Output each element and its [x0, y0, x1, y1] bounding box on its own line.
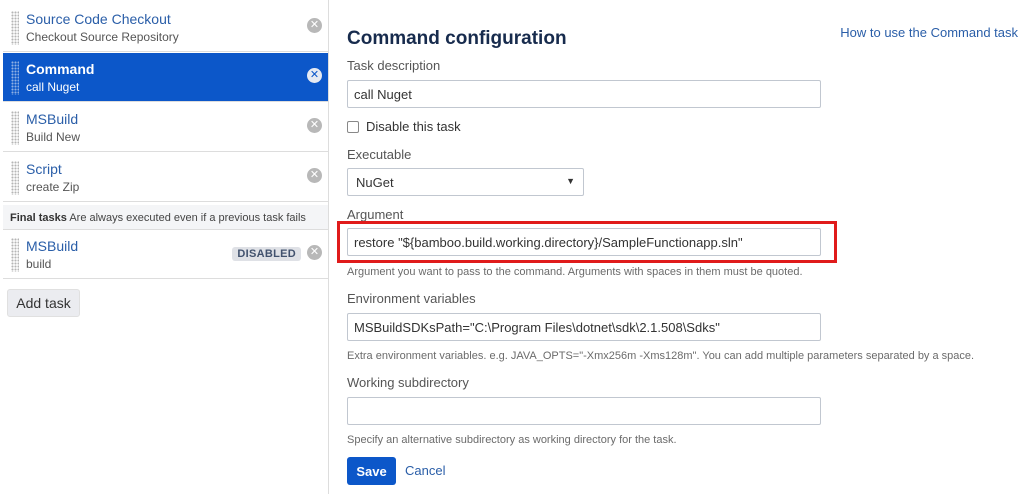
final-tasks-note: Are always executed even if a previous t… [69, 212, 306, 224]
save-button[interactable]: Save [347, 457, 396, 485]
page-title: Command configuration [347, 28, 567, 49]
chevron-down-icon: ▼ [566, 176, 575, 186]
drag-handle-icon[interactable] [11, 111, 19, 145]
task-description-input[interactable] [347, 80, 821, 108]
remove-task-icon[interactable]: ✕ [307, 68, 322, 83]
environment-variables-input[interactable] [347, 313, 821, 341]
executable-select[interactable]: NuGet ▼ [347, 168, 584, 196]
drag-handle-icon[interactable] [11, 238, 19, 272]
final-tasks-header: Final tasks Are always executed even if … [3, 205, 328, 230]
environment-variables-label: Environment variables [347, 291, 476, 306]
add-task-button[interactable]: Add task [7, 289, 80, 317]
task-title[interactable]: Source Code Checkout [26, 11, 171, 27]
environment-variables-help: Extra environment variables. e.g. JAVA_O… [347, 350, 975, 362]
task-sidebar: Source Code Checkout Checkout Source Rep… [0, 0, 329, 494]
executable-label: Executable [347, 147, 412, 162]
command-configuration-panel: How to use the Command task Command conf… [330, 0, 1024, 494]
task-subtitle: Build New [26, 130, 81, 144]
final-task-item-msbuild[interactable]: MSBuild build DISABLED ✕ [3, 230, 328, 279]
remove-task-icon[interactable]: ✕ [307, 245, 322, 260]
task-description-label: Task description [347, 58, 441, 73]
task-item-source-code-checkout[interactable]: Source Code Checkout Checkout Source Rep… [3, 3, 328, 52]
argument-input[interactable] [347, 228, 821, 256]
drag-handle-icon[interactable] [11, 61, 19, 95]
disabled-badge: DISABLED [232, 247, 301, 261]
remove-task-icon[interactable]: ✕ [307, 168, 322, 183]
drag-handle-icon[interactable] [11, 161, 19, 195]
disable-task-label: Disable this task [366, 119, 461, 134]
remove-task-icon[interactable]: ✕ [307, 18, 322, 33]
task-item-script[interactable]: Script create Zip ✕ [3, 153, 328, 202]
final-tasks-heading: Final tasks [10, 212, 67, 224]
task-subtitle: build [26, 257, 52, 271]
cancel-link[interactable]: Cancel [405, 463, 445, 478]
task-subtitle: Checkout Source Repository [26, 30, 179, 44]
task-title[interactable]: MSBuild [26, 238, 78, 254]
task-title[interactable]: Command [26, 61, 94, 77]
remove-task-icon[interactable]: ✕ [307, 118, 322, 133]
executable-selected-value: NuGet [356, 175, 394, 190]
drag-handle-icon[interactable] [11, 11, 19, 45]
argument-label: Argument [347, 207, 404, 222]
help-link[interactable]: How to use the Command task [840, 25, 1018, 40]
disable-task-checkbox[interactable] [347, 120, 359, 133]
disable-task-row[interactable]: Disable this task [347, 119, 461, 134]
working-subdirectory-help: Specify an alternative subdirectory as w… [347, 434, 677, 446]
working-subdirectory-input[interactable] [347, 397, 821, 425]
task-subtitle: call Nuget [26, 80, 80, 94]
argument-help: Argument you want to pass to the command… [347, 266, 803, 278]
task-title[interactable]: MSBuild [26, 111, 78, 127]
task-item-command[interactable]: Command call Nuget ✕ [3, 53, 328, 102]
working-subdirectory-label: Working subdirectory [347, 375, 469, 390]
task-subtitle: create Zip [26, 180, 80, 194]
task-title[interactable]: Script [26, 161, 62, 177]
task-item-msbuild[interactable]: MSBuild Build New ✕ [3, 103, 328, 152]
